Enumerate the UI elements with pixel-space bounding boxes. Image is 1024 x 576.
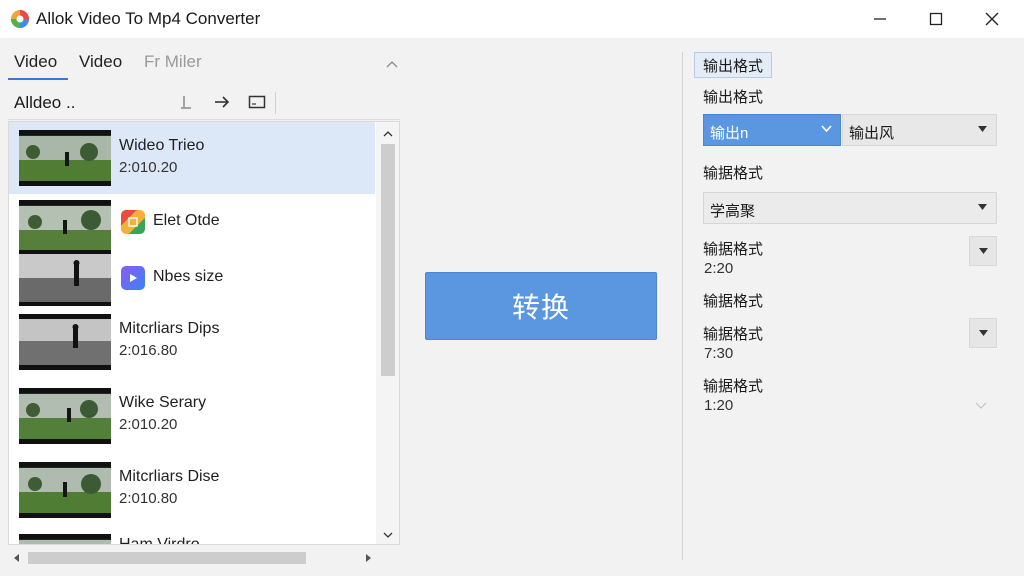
output-preset-select[interactable]: 输出风 (842, 114, 997, 146)
setting-value: 7:30 (704, 345, 734, 362)
chevron-down-icon (821, 125, 832, 133)
tab-filter[interactable]: Fr Miler (144, 52, 202, 72)
item-title: Ham Virdro (119, 536, 200, 545)
scroll-up-button[interactable] (376, 124, 399, 142)
list-item[interactable]: Ham Virdro (9, 530, 375, 545)
trim-button[interactable] (174, 92, 198, 112)
list-item[interactable]: Wike Serary 2:010.20 (9, 382, 375, 454)
list-item[interactable]: Wideo Trieo 2:010.20 (9, 122, 375, 194)
active-tab-indicator (8, 78, 68, 80)
item-title: Nbes size (153, 268, 224, 285)
setting-label: 输据格式 (703, 326, 764, 343)
app-logo-icon (11, 10, 29, 28)
horizontal-scrollbar[interactable] (8, 548, 400, 568)
output-preset-value: 输出风 (849, 125, 895, 142)
item-duration: 2:010.20 (119, 159, 178, 176)
chevron-down-icon[interactable] (975, 402, 987, 410)
play-icon (121, 266, 145, 290)
chevron-right-icon (365, 554, 371, 562)
screen-icon (248, 95, 266, 109)
tab-strip: Video Video Fr Miler (8, 46, 400, 80)
dropdown-arrow-icon (978, 330, 988, 336)
video-thumbnail (19, 462, 111, 518)
chevron-up-icon (383, 130, 393, 136)
setting-select[interactable]: 学高聚 (703, 192, 997, 224)
vertical-scrollbar[interactable] (376, 122, 399, 544)
move-button[interactable] (210, 92, 234, 112)
minimize-icon (874, 18, 886, 20)
tab-output-format[interactable]: 输出格式 (694, 52, 772, 78)
scroll-left-button[interactable] (8, 550, 24, 566)
list-toolbar: Alldeo .. (8, 84, 400, 120)
setting-value: 2:20 (704, 260, 734, 277)
tab-video[interactable]: Video (14, 52, 57, 72)
trim-icon (181, 96, 191, 109)
scroll-down-button[interactable] (376, 526, 399, 544)
setting-dropdown-button[interactable] (969, 318, 997, 348)
maximize-button[interactable] (908, 0, 964, 38)
google-colors-icon (121, 210, 145, 234)
dropdown-arrow-icon (978, 126, 987, 132)
item-duration: 2:016.80 (119, 342, 178, 359)
dropdown-arrow-icon (978, 204, 987, 210)
setting-label: 输据格式 (703, 293, 764, 310)
setting-label: 输据格式 (703, 165, 764, 182)
close-button[interactable] (964, 0, 1020, 38)
output-format-select[interactable]: 输出n (703, 114, 841, 146)
item-title: Mitcrliars Dise (119, 468, 220, 485)
scrollbar-thumb[interactable] (381, 144, 395, 376)
tab-video-2[interactable]: Video (79, 52, 122, 72)
client-area: Video Video Fr Miler Alldeo .. Wideo Tri… (0, 38, 1024, 576)
chevron-up-icon[interactable] (386, 60, 398, 68)
item-title: Elet Otde (153, 212, 220, 229)
video-thumbnail (19, 250, 111, 306)
setting-label: 输据格式 (703, 241, 764, 258)
convert-button[interactable]: 转换 (425, 272, 657, 340)
item-duration: 2:010.20 (119, 416, 178, 433)
toolbar-separator (275, 92, 276, 114)
title-bar: Allok Video To Mp4 Converter (0, 0, 1024, 38)
item-title: Wike Serary (119, 394, 207, 411)
item-title: Wideo Trieo (119, 137, 205, 154)
video-thumbnail (19, 388, 111, 444)
video-thumbnail (19, 314, 111, 370)
output-format-value: 输出n (710, 125, 749, 142)
setting-value: 学高聚 (710, 203, 756, 220)
list-item[interactable]: Nbes size (9, 242, 375, 314)
video-thumbnail (19, 130, 111, 186)
item-title: Mitcrliars Dips (119, 320, 220, 337)
chevron-down-icon (383, 532, 393, 538)
item-duration: 2:010.80 (119, 490, 178, 507)
video-thumbnail (19, 534, 111, 544)
chevron-left-icon (13, 554, 19, 562)
minimize-button[interactable] (852, 0, 908, 38)
toolbar-label: Alldeo .. (14, 93, 76, 112)
setting-dropdown-button[interactable] (969, 236, 997, 266)
setting-value: 1:20 (704, 397, 734, 414)
scrollbar-thumb[interactable] (28, 552, 306, 564)
close-icon (985, 12, 999, 26)
file-list[interactable]: Wideo Trieo 2:010.20 Elet Otde Nbes size… (8, 121, 400, 545)
list-item[interactable]: Mitcrliars Dips 2:016.80 (9, 308, 375, 380)
settings-panel: 输出格式 输出格式 输出n 输出风 输据格式 学高聚 输据格式 2:20 输据格… (694, 50, 1004, 566)
window-title: Allok Video To Mp4 Converter (36, 9, 261, 28)
preview-button[interactable] (245, 92, 269, 112)
dropdown-arrow-icon (978, 248, 988, 254)
setting-label: 输据格式 (703, 378, 764, 395)
file-list-panel: Video Video Fr Miler Alldeo .. Wideo Tri… (8, 46, 400, 568)
scroll-right-button[interactable] (360, 550, 376, 566)
arrow-right-icon (215, 96, 230, 108)
output-format-label: 输出格式 (703, 89, 764, 106)
panel-divider (682, 52, 683, 560)
list-item[interactable]: Mitcrliars Dise 2:010.80 (9, 456, 375, 528)
maximize-icon (929, 12, 943, 26)
